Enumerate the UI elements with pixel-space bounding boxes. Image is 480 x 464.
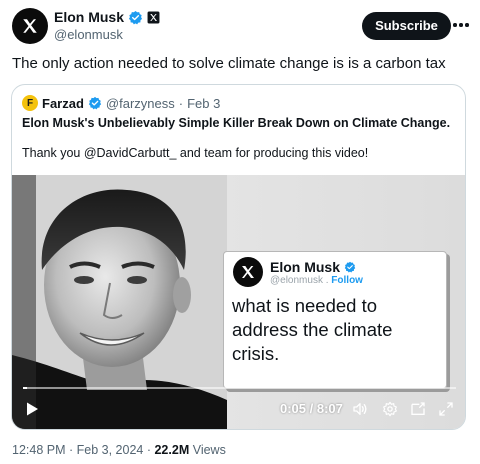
separator-dot: ·	[178, 95, 184, 111]
quoted-author-name[interactable]: Farzad	[42, 96, 84, 111]
quoted-tweet-date[interactable]: Feb 3	[187, 96, 220, 111]
tweet-time[interactable]: 12:48 PM	[12, 443, 66, 457]
embedded-author-avatar	[233, 257, 263, 287]
embedded-tweet-card: Elon Musk @elonmusk . Follow what is nee…	[223, 251, 447, 389]
quoted-author-avatar[interactable]: F	[22, 95, 38, 111]
play-icon[interactable]	[24, 401, 40, 417]
x-logo-icon	[23, 19, 37, 33]
author-display-name[interactable]: Elon Musk	[54, 9, 124, 25]
embedded-author-name: Elon Musk	[270, 259, 341, 275]
author-handle[interactable]: @elonmusk	[54, 27, 123, 42]
verified-icon	[344, 261, 356, 273]
settings-icon[interactable]	[382, 401, 398, 417]
more-dots-icon[interactable]	[452, 18, 470, 32]
quoted-author-handle[interactable]: @farzyness	[106, 96, 175, 111]
video-person-image	[12, 175, 227, 429]
embedded-follow-label: Follow	[331, 275, 363, 286]
fullscreen-icon[interactable]	[438, 401, 454, 417]
embedded-handle-text: @elonmusk	[270, 275, 323, 286]
tweet-date[interactable]: Feb 3, 2024	[77, 443, 144, 457]
quoted-tweet-header: F Farzad @farzyness · Feb 3	[22, 95, 220, 111]
video-progress-bar[interactable]	[23, 387, 456, 389]
tweet-header: Elon Musk @elonmusk Subscribe	[12, 8, 472, 44]
views-label: Views	[192, 443, 226, 457]
quoted-tweet-body: Thank you @DavidCarbutt_ and team for pr…	[22, 146, 369, 160]
volume-icon[interactable]	[352, 401, 368, 417]
footer-separator: ·	[69, 443, 77, 457]
embedded-name-row: Elon Musk	[270, 259, 356, 275]
pip-icon[interactable]	[410, 401, 426, 417]
video-progress-fill	[23, 387, 28, 389]
quoted-tweet-card[interactable]: F Farzad @farzyness · Feb 3 Elon Musk's …	[11, 84, 466, 430]
author-avatar[interactable]	[12, 8, 48, 44]
video-player[interactable]: Elon Musk @elonmusk . Follow what is nee…	[12, 175, 465, 429]
verified-icon	[128, 10, 143, 24]
subscribe-button[interactable]: Subscribe	[362, 12, 451, 40]
tweet-text: The only action needed to solve climate …	[12, 55, 446, 72]
views-count: 22.2M	[154, 443, 190, 457]
embedded-author-handle: @elonmusk . Follow	[270, 275, 363, 286]
quoted-tweet-title: Elon Musk's Unbelievably Simple Killer B…	[22, 116, 451, 130]
video-time: 0:05 / 8:07	[280, 401, 343, 416]
verified-icon	[88, 96, 102, 110]
tweet-footer: 12:48 PM · Feb 3, 2024 · 22.2M Views	[12, 443, 226, 457]
author-name-row: Elon Musk	[54, 9, 160, 25]
x-affiliate-icon	[147, 11, 160, 23]
x-logo-icon	[242, 266, 254, 278]
embedded-tweet-text: what is needed to address the climate cr…	[232, 295, 393, 364]
